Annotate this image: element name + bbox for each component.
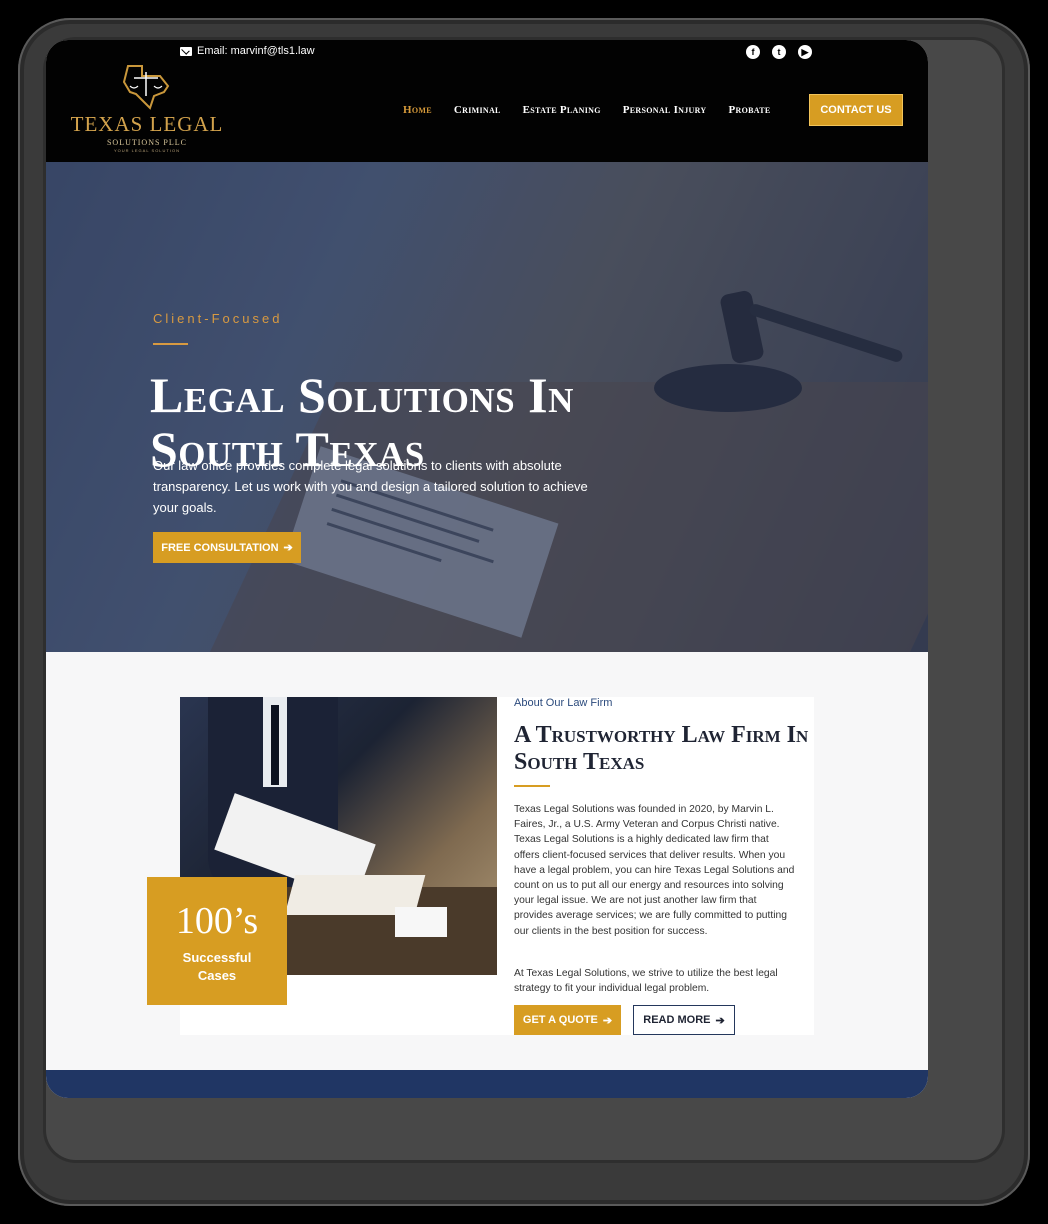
photo-card-holder	[395, 907, 447, 937]
free-consultation-button[interactable]: FREE CONSULTATION ➔	[153, 532, 301, 563]
nav-item-criminal[interactable]: Criminal	[454, 104, 501, 116]
hero-kicker: Client-Focused	[153, 311, 283, 326]
email-text: Email: marvinf@tls1.law	[197, 45, 315, 57]
arrow-right-icon: ➔	[283, 542, 293, 554]
site-header: Email: marvinf@tls1.law f t ▶ TEXAS LEGA…	[46, 40, 928, 162]
nav-item-estate-planing[interactable]: Estate Planing	[523, 104, 601, 116]
site-logo[interactable]: TEXAS LEGAL SOLUTIONS PLLC YOUR LEGAL SO…	[68, 62, 228, 156]
logo-sub: SOLUTIONS PLLC	[106, 138, 187, 147]
youtube-icon[interactable]: ▶	[798, 45, 812, 59]
logo-tagline: YOUR LEGAL SOLUTION	[114, 148, 180, 153]
about-title: A Trustworthy Law Firm In South Texas	[514, 722, 809, 775]
read-more-button[interactable]: READ MORE ➔	[633, 1005, 735, 1035]
footer-band	[46, 1070, 928, 1098]
photo-tie	[271, 705, 279, 785]
about-paragraph-1: Texas Legal Solutions was founded in 202…	[514, 804, 795, 937]
social-links: f t ▶	[746, 45, 812, 59]
about-divider	[514, 785, 550, 787]
topbar-email[interactable]: Email: marvinf@tls1.law	[180, 45, 315, 57]
about-paragraph-2: At Texas Legal Solutions, we strive to u…	[514, 968, 778, 995]
get-a-quote-label: GET A QUOTE	[522, 1014, 598, 1026]
get-a-quote-button[interactable]: GET A QUOTE ➔	[514, 1005, 621, 1035]
about-kicker: About Our Law Firm	[514, 697, 613, 709]
mail-icon	[180, 46, 192, 56]
logo-name: TEXAS LEGAL	[70, 112, 224, 136]
facebook-icon[interactable]: f	[746, 45, 760, 59]
twitter-icon[interactable]: t	[772, 45, 786, 59]
main-nav: Home Criminal Estate Planing Personal In…	[403, 104, 793, 116]
read-more-label: READ MORE	[643, 1014, 711, 1026]
arrow-right-icon: ➔	[602, 1014, 613, 1027]
nav-item-home[interactable]: Home	[403, 104, 432, 116]
arrow-right-icon: ➔	[715, 1014, 725, 1027]
nav-item-personal-injury[interactable]: Personal Injury	[623, 104, 707, 116]
stat-label: Successful Cases	[182, 950, 252, 983]
hero-section: Client-Focused Legal Solutions In South …	[46, 162, 928, 652]
nav-item-probate[interactable]: Probate	[729, 104, 771, 116]
hero-divider	[153, 343, 188, 345]
website-screen: Email: marvinf@tls1.law f t ▶ TEXAS LEGA…	[46, 40, 928, 1098]
about-section: 100’s Successful Cases About Our Law Fir…	[46, 652, 928, 1070]
stat-number: 100’s	[175, 900, 259, 942]
texas-scales-icon	[122, 65, 170, 110]
free-consultation-label: FREE CONSULTATION	[161, 541, 279, 554]
stat-badge: 100’s Successful Cases	[147, 877, 287, 1005]
contact-us-button[interactable]: CONTACT US	[809, 94, 903, 126]
hero-description: Our law office provides complete legal s…	[153, 458, 588, 515]
